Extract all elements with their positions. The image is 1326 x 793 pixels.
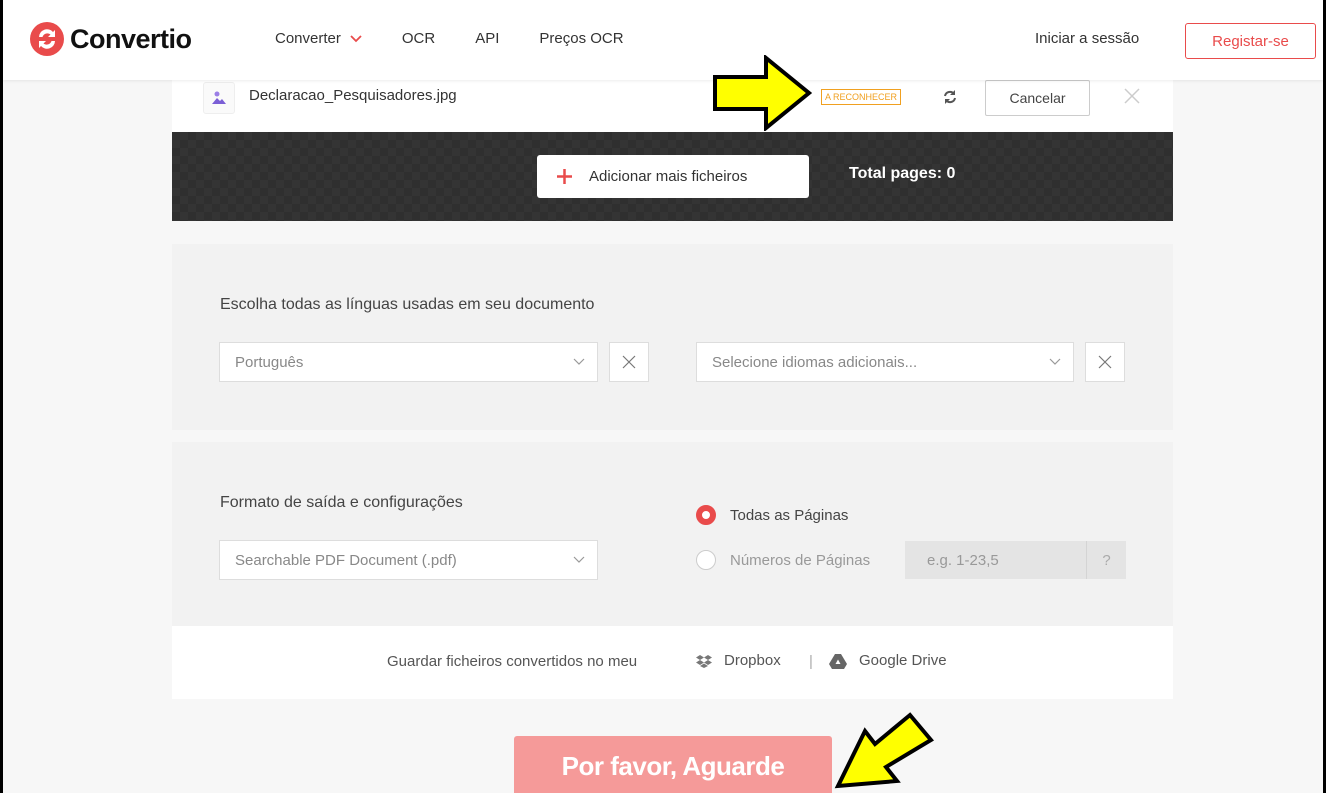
- output-title: Formato de saída e configurações: [220, 494, 463, 511]
- status-badge: A RECONHECER: [821, 89, 902, 105]
- add-files-button[interactable]: Adicionar mais ficheiros: [537, 155, 809, 198]
- clear-additional-languages-button[interactable]: [1085, 342, 1125, 382]
- languages-panel: Escolha todas as línguas usadas em seu d…: [172, 244, 1173, 430]
- clear-primary-language-button[interactable]: [609, 342, 649, 382]
- nav-ocr-label: OCR: [401, 30, 436, 47]
- output-format-select[interactable]: Searchable PDF Document (.pdf): [219, 540, 598, 580]
- radio-selected-icon: [696, 505, 716, 525]
- login-link[interactable]: Iniciar a sessão: [1035, 30, 1139, 47]
- close-icon[interactable]: [1122, 86, 1142, 106]
- radio-unselected-icon: [696, 550, 716, 570]
- nav-converter[interactable]: Converter: [275, 30, 362, 47]
- dropbox-label: Dropbox: [724, 652, 781, 669]
- convertio-logo-icon: [30, 22, 64, 56]
- nav-api[interactable]: API: [475, 30, 499, 47]
- nav-api-label: API: [475, 30, 500, 47]
- chevron-down-icon: [1049, 358, 1061, 365]
- page-numbers-input[interactable]: e.g. 1-23,5: [905, 541, 1086, 579]
- please-wait-button[interactable]: Por favor, Aguarde: [514, 736, 832, 793]
- top-header: Convertio Converter OCR API Preços OCR I…: [3, 0, 1323, 80]
- add-files-label: Adicionar mais ficheiros: [589, 168, 748, 185]
- annotation-arrow-right-icon: [713, 55, 812, 131]
- save-destination-row: Guardar ficheiros convertidos no meu Dro…: [172, 626, 1173, 699]
- signup-button[interactable]: Registar-se: [1185, 23, 1316, 59]
- refresh-icon: [944, 90, 956, 104]
- image-file-icon: [203, 82, 235, 114]
- help-button[interactable]: ?: [1086, 541, 1126, 579]
- file-toolbar: Adicionar mais ficheiros Total pages: 0: [172, 132, 1173, 221]
- brand-logo[interactable]: Convertio: [30, 22, 192, 56]
- chevron-down-icon: [573, 556, 585, 563]
- save-destination-text: Guardar ficheiros convertidos no meu: [387, 653, 638, 670]
- google-drive-icon: [829, 653, 847, 669]
- dropbox-icon: [696, 654, 712, 668]
- radio-all-pages-label: Todas as Páginas: [730, 506, 849, 524]
- plus-icon: [557, 169, 572, 184]
- close-icon: [622, 355, 636, 369]
- output-format-value: Searchable PDF Document (.pdf): [235, 551, 457, 569]
- nav-pricing-label: Preços OCR: [539, 30, 624, 47]
- radio-all-pages[interactable]: Todas as Páginas: [696, 505, 848, 525]
- nav-pricing[interactable]: Preços OCR: [539, 30, 623, 47]
- google-drive-label: Google Drive: [859, 652, 947, 669]
- additional-languages-placeholder: Selecione idiomas adicionais...: [712, 353, 918, 371]
- main-nav: Converter OCR API Preços OCR: [275, 30, 624, 47]
- annotation-arrow-down-left-icon: [834, 712, 934, 789]
- file-name: Declaracao_Pesquisadores.jpg: [249, 87, 457, 104]
- total-pages: Total pages: 0: [849, 165, 956, 182]
- languages-title: Escolha todas as línguas usadas em seu d…: [220, 296, 595, 313]
- nav-ocr[interactable]: OCR: [402, 30, 435, 47]
- brand-name: Convertio: [70, 23, 192, 54]
- dropbox-link[interactable]: Dropbox: [696, 652, 781, 669]
- close-icon: [1098, 355, 1112, 369]
- radio-page-numbers[interactable]: Números de Páginas: [696, 550, 870, 570]
- additional-languages-select[interactable]: Selecione idiomas adicionais...: [696, 342, 1074, 382]
- nav-converter-label: Converter: [275, 30, 341, 47]
- chevron-down-icon: [573, 358, 585, 365]
- primary-language-select[interactable]: Português: [219, 342, 598, 382]
- cancel-button[interactable]: Cancelar: [985, 80, 1090, 116]
- radio-page-numbers-label: Números de Páginas: [730, 551, 871, 569]
- separator: |: [809, 653, 813, 670]
- output-panel: Formato de saída e configurações Searcha…: [172, 442, 1173, 626]
- google-drive-link[interactable]: Google Drive: [829, 652, 947, 669]
- primary-language-value: Português: [235, 353, 304, 371]
- chevron-down-icon: [350, 34, 362, 42]
